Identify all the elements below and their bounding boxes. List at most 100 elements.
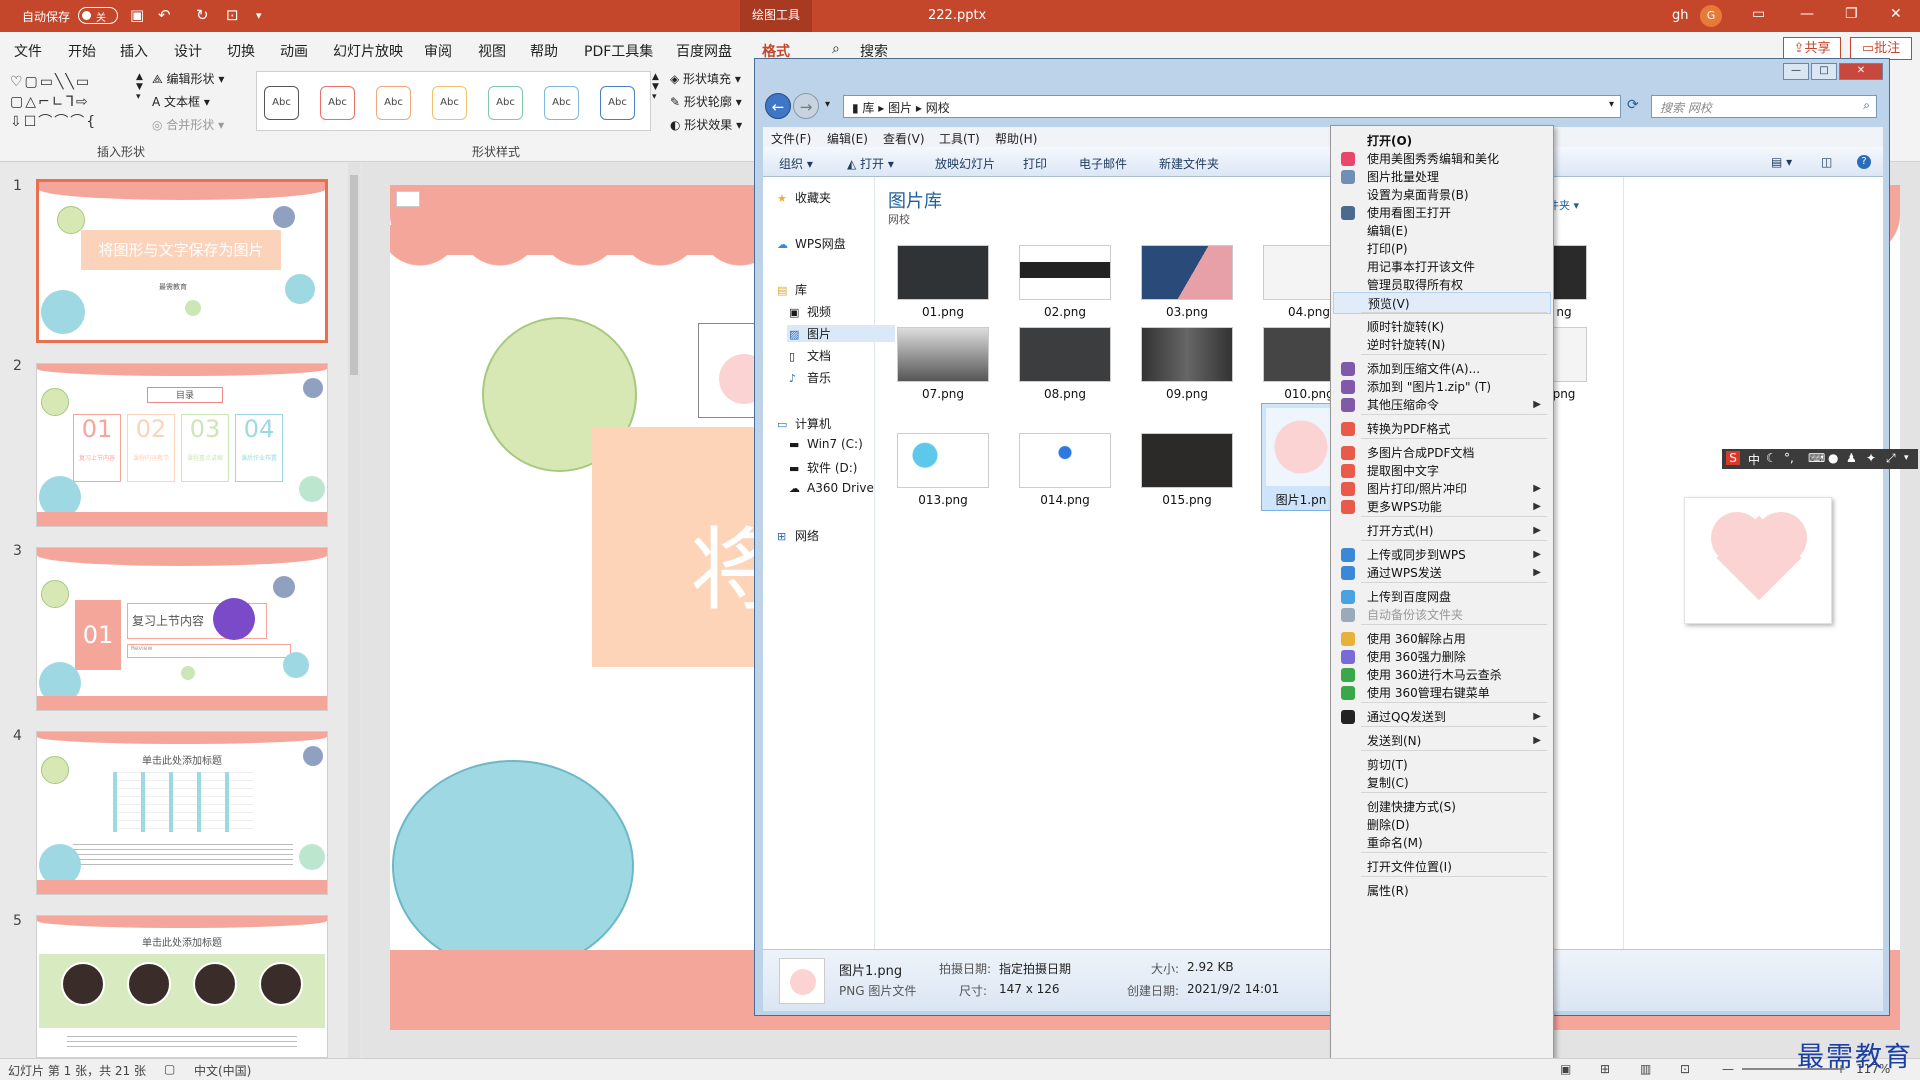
file-item[interactable]: 09.png xyxy=(1139,327,1235,405)
context-menu-item[interactable]: 属性(R) xyxy=(1333,880,1551,902)
nav-music[interactable]: ♪ 音乐 xyxy=(789,369,831,386)
help-icon[interactable]: ? xyxy=(1857,155,1871,169)
back-button[interactable]: ← xyxy=(765,93,791,119)
ime-expand-icon[interactable]: ⤢ xyxy=(1886,451,1896,466)
ime-menu-icon[interactable]: ▾ xyxy=(1904,453,1909,463)
normal-view-icon[interactable]: ▣ xyxy=(1560,1062,1571,1076)
menu-help[interactable]: 帮助(H) xyxy=(995,130,1037,147)
tab-baidu-netdisk[interactable]: 百度网盘 xyxy=(676,41,732,61)
menu-edit[interactable]: 编辑(E) xyxy=(827,130,868,147)
shape-style-4[interactable]: Abc xyxy=(432,86,467,120)
slide-thumbnail-3[interactable]: 01 复习上节内容 Review xyxy=(36,547,328,711)
avatar[interactable]: G xyxy=(1700,5,1722,27)
shape-style-3[interactable]: Abc xyxy=(376,86,411,120)
search-input[interactable]: 搜索 网校 ⌕ xyxy=(1651,95,1877,118)
address-bar[interactable]: ▮ 库 ▸ 图片 ▸ 网校 ▾ xyxy=(843,95,1621,118)
tab-design[interactable]: 设计 xyxy=(174,41,202,61)
gallery-scroll-icon[interactable]: ▲ ▼ ▾ xyxy=(136,72,143,102)
file-item[interactable]: 07.png xyxy=(895,327,991,405)
redo-icon[interactable]: ↻ xyxy=(196,6,209,24)
breadcrumb-library[interactable]: 库 xyxy=(862,101,874,115)
customize-qat-icon[interactable]: ▾ xyxy=(256,9,262,22)
open-button[interactable]: ◭ 打开 ▾ xyxy=(847,155,894,172)
explorer-minimize-button[interactable]: — xyxy=(1783,63,1809,80)
shape-outline-button[interactable]: ✎ 形状轮廓 ▾ xyxy=(670,93,742,110)
slide-thumbnail-2[interactable]: 目录 01 复习上节内容 02 课程内容教学 03 课程重点讲解 04 课后作业布置 xyxy=(36,363,328,527)
save-icon[interactable]: ▣ xyxy=(130,6,144,24)
nav-drive-d[interactable]: ▬ 软件 (D:) xyxy=(789,459,857,476)
tab-home[interactable]: 开始 xyxy=(68,41,96,61)
slideshow-button[interactable]: 放映幻灯片 xyxy=(935,155,995,172)
ime-language[interactable]: 中 xyxy=(1748,451,1760,468)
slide-sorter-icon[interactable]: ⊞ xyxy=(1600,1062,1610,1076)
shapes-gallery[interactable]: ♡▢▭╲╲▭ ▢△⌐∟ᒣ⇨ ⇩☐⌒⌒⌒{ xyxy=(10,72,132,134)
shape-style-2[interactable]: Abc xyxy=(320,86,355,120)
ime-tools-icon[interactable]: ✦ xyxy=(1866,451,1876,465)
context-menu-item[interactable]: 通过QQ发送到 ▶ xyxy=(1333,706,1551,728)
nav-favorites[interactable]: ★ 收藏夹 xyxy=(777,189,831,206)
shape-effects-button[interactable]: ◐ 形状效果 ▾ xyxy=(670,116,742,133)
context-menu-item[interactable]: 打开方式(H) ▶ xyxy=(1333,520,1551,542)
tab-pdf-tools[interactable]: PDF工具集 xyxy=(584,41,653,61)
shape-style-6[interactable]: Abc xyxy=(544,86,579,120)
nav-wps[interactable]: ☁ WPS网盘 xyxy=(777,235,846,252)
language-indicator[interactable]: 中文(中国) xyxy=(194,1062,251,1079)
file-item-selected[interactable]: 图片1.pn xyxy=(1261,403,1341,511)
nav-a360[interactable]: ☁ A360 Drive xyxy=(789,481,874,495)
nav-library[interactable]: ▤ 库 xyxy=(777,281,807,298)
tab-transitions[interactable]: 切换 xyxy=(227,41,255,61)
email-button[interactable]: 电子邮件 xyxy=(1079,155,1127,172)
file-item[interactable]: 013.png xyxy=(895,433,991,511)
new-folder-button[interactable]: 新建文件夹 xyxy=(1159,155,1219,172)
ime-user-icon[interactable]: ● xyxy=(1828,451,1838,465)
nav-video[interactable]: ▣ 视频 xyxy=(789,303,831,320)
context-menu-item[interactable]: 通过WPS发送 ▶ xyxy=(1333,562,1551,584)
breadcrumb-pictures[interactable]: 图片 xyxy=(888,101,912,115)
context-menu-item[interactable]: 转换为PDF格式 xyxy=(1333,418,1551,440)
styles-scroll-icon[interactable]: ▲ ▼ ▾ xyxy=(652,72,659,102)
tab-animations[interactable]: 动画 xyxy=(280,41,308,61)
context-menu-item[interactable]: 打开文件位置(I) xyxy=(1333,856,1551,878)
shape-style-7[interactable]: Abc xyxy=(600,86,635,120)
tab-review[interactable]: 审阅 xyxy=(424,41,452,61)
autosave-toggle[interactable]: 关 xyxy=(78,7,118,24)
spellcheck-icon[interactable]: ▢ xyxy=(164,1062,175,1076)
details-date-taken[interactable]: 指定拍摄日期 xyxy=(999,960,1071,977)
tab-file[interactable]: 文件 xyxy=(14,41,42,61)
slide-thumbnail-5[interactable]: 单击此处添加标题 xyxy=(36,915,328,1058)
close-icon[interactable]: ✕ xyxy=(1890,6,1902,22)
refresh-icon[interactable]: ⟳ xyxy=(1627,97,1639,113)
textbox-button[interactable]: A 文本框 ▾ xyxy=(152,93,210,110)
comment-button[interactable]: ▭批注 xyxy=(1850,37,1912,60)
thumbnail-scrollbar[interactable] xyxy=(348,163,360,1058)
organize-button[interactable]: 组织 ▾ xyxy=(779,155,813,172)
context-menu-item[interactable]: 重命名(M) xyxy=(1333,832,1551,854)
menu-file[interactable]: 文件(F) xyxy=(771,130,811,147)
forward-button[interactable]: → xyxy=(793,93,819,119)
context-menu-item[interactable]: 其他压缩命令 ▶ xyxy=(1333,394,1551,416)
file-item[interactable]: 015.png xyxy=(1139,433,1235,511)
tab-help[interactable]: 帮助 xyxy=(530,41,558,61)
menu-view[interactable]: 查看(V) xyxy=(883,130,925,147)
nav-documents[interactable]: ▯ 文档 xyxy=(789,347,831,364)
address-dropdown-icon[interactable]: ▾ xyxy=(1609,99,1614,110)
file-item[interactable]: 014.png xyxy=(1017,433,1113,511)
nav-computer[interactable]: ▭ 计算机 xyxy=(777,415,831,432)
shape-style-5[interactable]: Abc xyxy=(488,86,523,120)
user-name[interactable]: gh xyxy=(1672,8,1689,23)
context-menu-item[interactable]: 预览(V) xyxy=(1333,292,1551,314)
ime-moon-icon[interactable]: ☾ xyxy=(1766,451,1777,465)
edit-shape-button[interactable]: ⟁ 编辑形状 ▾ xyxy=(152,70,224,87)
context-menu-item[interactable]: 自动备份该文件夹 xyxy=(1333,604,1551,626)
file-item[interactable]: 08.png xyxy=(1017,327,1113,405)
slide-thumbnail-4[interactable]: 单击此处添加标题 xyxy=(36,731,328,895)
menu-tools[interactable]: 工具(T) xyxy=(939,130,980,147)
undo-icon[interactable]: ↶ xyxy=(158,6,171,24)
print-button[interactable]: 打印 xyxy=(1023,155,1047,172)
ime-skin-icon[interactable]: ♟ xyxy=(1846,451,1857,465)
restore-icon[interactable]: ❐ xyxy=(1845,6,1858,22)
tab-view[interactable]: 视图 xyxy=(478,41,506,61)
nav-network[interactable]: ⊞ 网络 xyxy=(777,527,819,544)
search-icon[interactable]: ⌕ xyxy=(832,41,840,57)
context-menu-item[interactable]: 更多WPS功能 ▶ xyxy=(1333,496,1551,518)
